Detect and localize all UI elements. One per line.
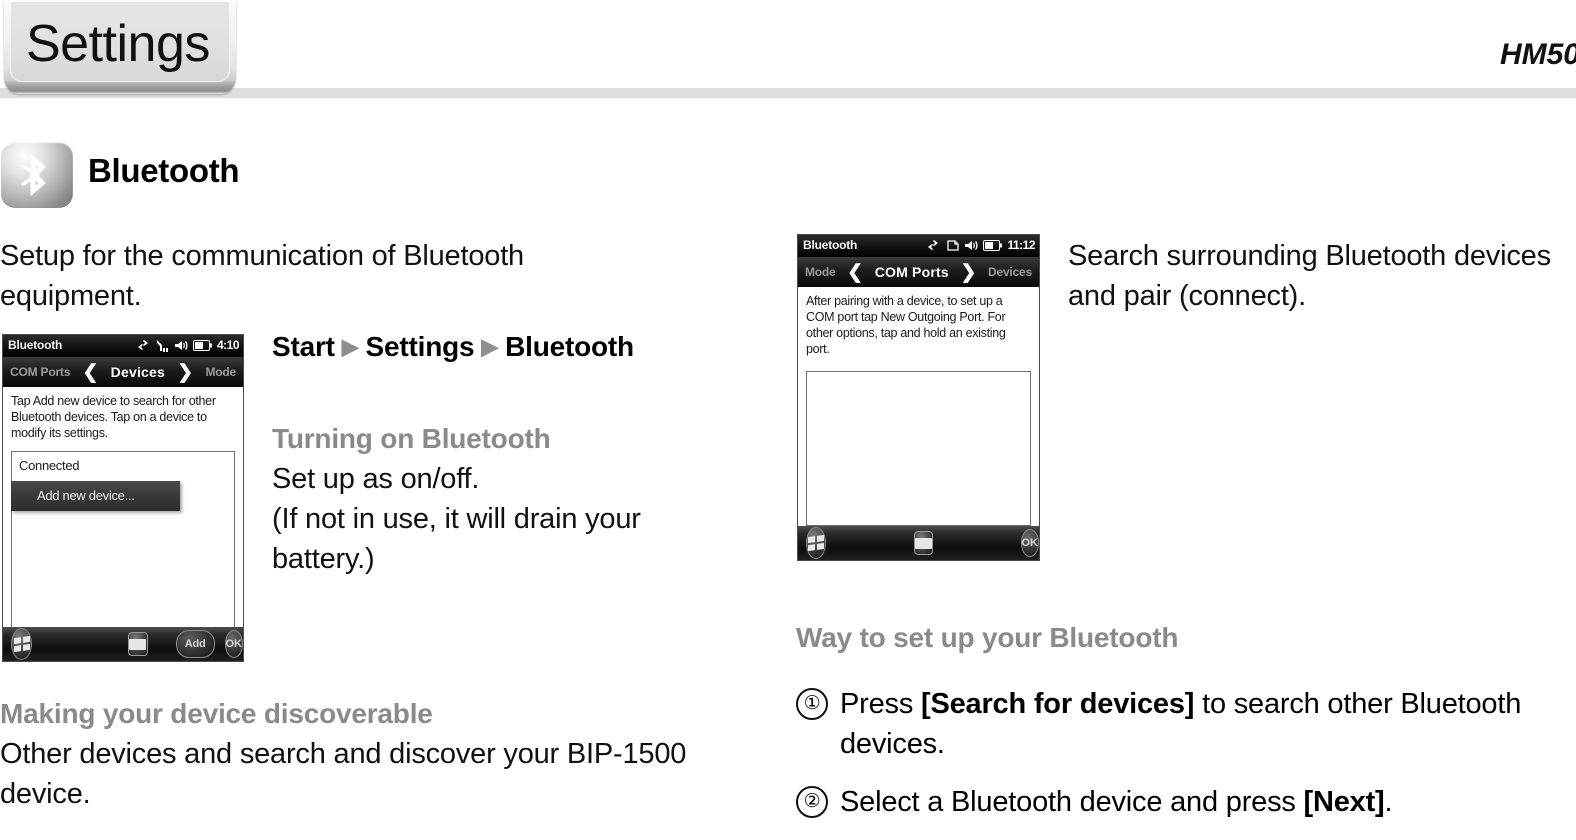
bluetooth-icon: [1, 142, 73, 208]
left-intro-text: Setup for the communication of Bluetooth…: [0, 240, 524, 312]
breadcrumb-item-bluetooth: Bluetooth: [505, 331, 634, 362]
step-1-bold: [Search for devices]: [921, 688, 1195, 720]
chevron-right-icon[interactable]: ❯: [960, 263, 976, 282]
ok-button[interactable]: OK: [224, 630, 243, 658]
pda-left-clock: 4:10: [216, 338, 240, 352]
chevron-right-icon[interactable]: ❯: [177, 363, 193, 382]
step-2-bold: [Next]: [1303, 786, 1385, 818]
sync-icon: [947, 239, 960, 251]
device-screenshot-com-ports-tab: Bluetooth 11:12 Mode ❮ COM Ports ❯ Devic…: [797, 234, 1040, 561]
way-to-setup-block: Way to set up your Bluetooth ① Press [Sea…: [796, 618, 1576, 840]
pda-right-port-list[interactable]: [806, 371, 1031, 526]
breadcrumb-item-settings: Settings: [365, 331, 475, 362]
pda-right-status-tray: 11:12: [925, 238, 1035, 252]
page-header: Settings HM50: [0, 0, 1576, 100]
pda-left-list-group-label: Connected: [19, 458, 80, 473]
pda-right-body: After pairing with a device, to set up a…: [798, 287, 1039, 539]
chevron-left-icon[interactable]: ❮: [847, 263, 863, 282]
pda-left-status-tray: 4:10: [135, 338, 240, 352]
keyboard-icon[interactable]: [128, 632, 148, 656]
keyboard-icon[interactable]: [913, 531, 933, 555]
device-screenshot-devices-tab: Bluetooth 4:10 COM Ports ❮ Devices ❯ Mod…: [2, 334, 244, 662]
turning-on-line-2: (If not in use, it will drain your batte…: [272, 503, 641, 575]
settings-tab[interactable]: Settings: [4, 2, 236, 94]
step-1-pre: Press: [840, 688, 921, 720]
pda-right-title: Bluetooth: [803, 238, 858, 252]
step-item: ① Press [Search for devices] to search ot…: [796, 684, 1576, 764]
pda-right-nav-current-tab: COM Ports: [874, 264, 949, 280]
step-2-post: .: [1384, 786, 1393, 818]
header-divider: [0, 88, 1576, 98]
pda-left-nav-right[interactable]: Mode: [205, 365, 236, 379]
discoverable-block: Making your device discoverable Other de…: [0, 694, 740, 814]
start-icon[interactable]: [806, 527, 826, 559]
breadcrumb-separator-icon: ▶: [481, 334, 499, 359]
model-name: HM50: [1499, 38, 1576, 71]
pda-right-clock: 11:12: [1007, 238, 1035, 252]
breadcrumb: Start ▶ Settings ▶ Bluetooth: [272, 331, 634, 363]
way-to-setup-heading: Way to set up your Bluetooth: [796, 622, 1179, 653]
pda-left-toolbar: Add OK: [3, 627, 243, 661]
section-title: Bluetooth: [88, 152, 240, 189]
add-button[interactable]: Add: [175, 630, 215, 658]
ok-button[interactable]: OK: [1020, 529, 1039, 557]
volume-icon: [965, 240, 978, 250]
pda-left-device-list[interactable]: Connected Add new device...: [11, 451, 235, 641]
battery-icon: [983, 239, 1003, 251]
step-number-2: ②: [796, 786, 828, 818]
breadcrumb-item-start: Start: [272, 331, 335, 362]
battery-icon: [192, 339, 212, 351]
pda-right-navbar: Mode ❮ COM Ports ❯ Devices: [798, 257, 1039, 287]
add-new-device-list-item[interactable]: Add new device...: [11, 481, 180, 511]
breadcrumb-separator-icon: ▶: [341, 334, 359, 359]
connectivity-icon: [135, 340, 150, 350]
chevron-left-icon[interactable]: ❮: [82, 363, 98, 382]
signal-icon: [156, 339, 168, 352]
pda-left-title: Bluetooth: [8, 338, 63, 352]
pda-right-titlebar: Bluetooth 11:12: [798, 235, 1039, 257]
pda-left-nav-current-tab: Devices: [110, 364, 166, 380]
start-icon[interactable]: [11, 628, 33, 660]
pda-left-body: Tap Add new device to search for other B…: [3, 387, 243, 641]
volume-icon: [174, 340, 188, 350]
pda-right-help-text: After pairing with a device, to set up a…: [806, 294, 1006, 356]
discoverable-heading: Making your device discoverable: [0, 698, 433, 729]
pda-right-toolbar: OK: [798, 526, 1039, 560]
pda-left-titlebar: Bluetooth 4:10: [3, 335, 243, 357]
pda-right-nav-right[interactable]: Devices: [988, 265, 1032, 279]
turning-on-heading: Turning on Bluetooth: [272, 423, 551, 454]
right-intro-text: Search surrounding Bluetooth devices and…: [1068, 240, 1551, 312]
discoverable-body: Other devices and search and discover yo…: [0, 738, 687, 810]
step-item: ② Select a Bluetooth device and press [Ne…: [796, 782, 1576, 822]
pda-right-nav-left[interactable]: Mode: [805, 265, 836, 279]
page-title: Settings: [26, 15, 210, 73]
turning-on-bluetooth-block: Turning on Bluetooth Set up as on/off. (…: [272, 419, 702, 579]
connectivity-icon: [926, 240, 941, 250]
pda-left-help-text: Tap Add new device to search for other B…: [11, 394, 216, 440]
step-number-1: ①: [796, 688, 828, 720]
pda-left-navbar: COM Ports ❮ Devices ❯ Mode: [3, 357, 243, 387]
step-2-pre: Select a Bluetooth device and press: [840, 786, 1304, 818]
pda-left-nav-left[interactable]: COM Ports: [10, 365, 70, 379]
turning-on-line-1: Set up as on/off.: [272, 463, 480, 495]
